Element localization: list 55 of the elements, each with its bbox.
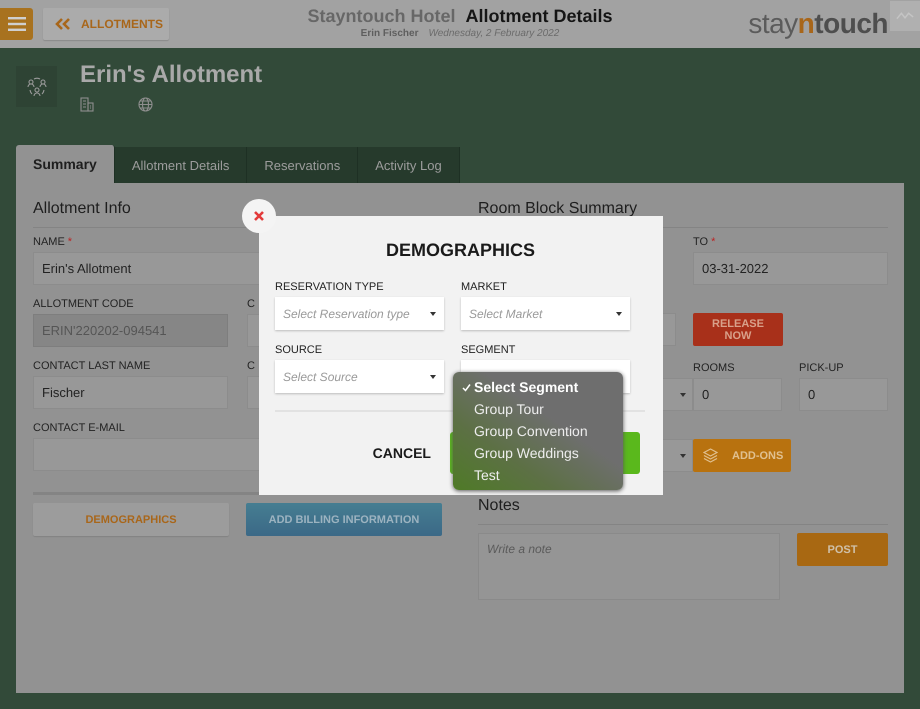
field-label: PICK-UP	[799, 362, 845, 375]
close-icon	[254, 211, 264, 221]
field-label: MARKET	[461, 281, 508, 293]
people-group-icon	[26, 76, 48, 98]
note-field[interactable]: Write a note	[478, 533, 780, 600]
select-field[interactable]: Select Source	[275, 360, 444, 393]
tab[interactable]: Reservations	[247, 147, 358, 183]
tab[interactable]: Allotment Details	[114, 147, 248, 183]
dropdown-option[interactable]: Group Tour	[453, 398, 623, 420]
globe-icon	[138, 97, 153, 112]
dropdown-option[interactable]: Group Weddings	[453, 442, 623, 464]
user-name: Erin Fischer	[360, 28, 418, 39]
action-button[interactable]: ADD BILLING INFORMATION	[246, 503, 442, 536]
number-field[interactable]: 0	[693, 378, 782, 411]
field-label: TO *	[693, 236, 716, 249]
section-heading: Allotment Info	[33, 199, 131, 219]
section-heading: Notes	[478, 496, 520, 516]
check-icon	[462, 382, 471, 392]
brand-logo: stayntouch	[748, 8, 888, 40]
dropdown-option[interactable]: Group Convention	[453, 420, 623, 442]
double-chevron-icon	[55, 18, 71, 30]
field-label: ROOMS	[693, 362, 736, 375]
field-label: SEGMENT	[461, 344, 516, 356]
field-label: SOURCE	[275, 344, 324, 356]
release-now-button[interactable]: RELEASE NOW	[693, 313, 783, 346]
tab[interactable]: Summary	[16, 145, 115, 183]
number-field[interactable]: 0	[799, 378, 888, 411]
caret-icon	[680, 392, 686, 396]
menu-button[interactable]	[0, 8, 33, 40]
cancel-button[interactable]: CANCEL	[372, 445, 431, 461]
text-field[interactable]: Fischer	[33, 376, 228, 409]
field-label: C	[247, 298, 256, 311]
tab[interactable]: Activity Log	[358, 147, 460, 183]
select-field[interactable]: Select Reservation type	[275, 297, 444, 330]
field-label: CONTACT E-MAIL	[33, 422, 126, 435]
allotment-title: Erin's Allotment	[80, 62, 262, 88]
date-text: Wednesday, 2 February 2022	[428, 28, 560, 39]
page-title: Allotment Details	[465, 6, 613, 27]
section-heading: Room Block Summary	[478, 199, 638, 219]
hotel-name: Stayntouch Hotel	[307, 6, 456, 27]
date-field[interactable]: 03-31-2022	[693, 252, 888, 285]
dropdown-option[interactable]: Select Segment	[453, 376, 623, 398]
caret-icon	[430, 374, 436, 378]
field-label: C	[247, 360, 256, 373]
building-icon	[80, 97, 94, 112]
caret-icon	[680, 454, 686, 458]
select-field[interactable]: Select Market	[461, 297, 630, 330]
caret-icon	[616, 312, 622, 316]
layers-icon	[703, 448, 718, 463]
post-button[interactable]: POST	[797, 533, 888, 566]
field-label: NAME *	[33, 236, 74, 249]
field-label: ALLOTMENT CODE	[33, 298, 135, 311]
dropdown-option[interactable]: Test	[453, 464, 623, 486]
menu-icon	[8, 16, 26, 32]
field-label: CONTACT LAST NAME	[33, 360, 152, 373]
